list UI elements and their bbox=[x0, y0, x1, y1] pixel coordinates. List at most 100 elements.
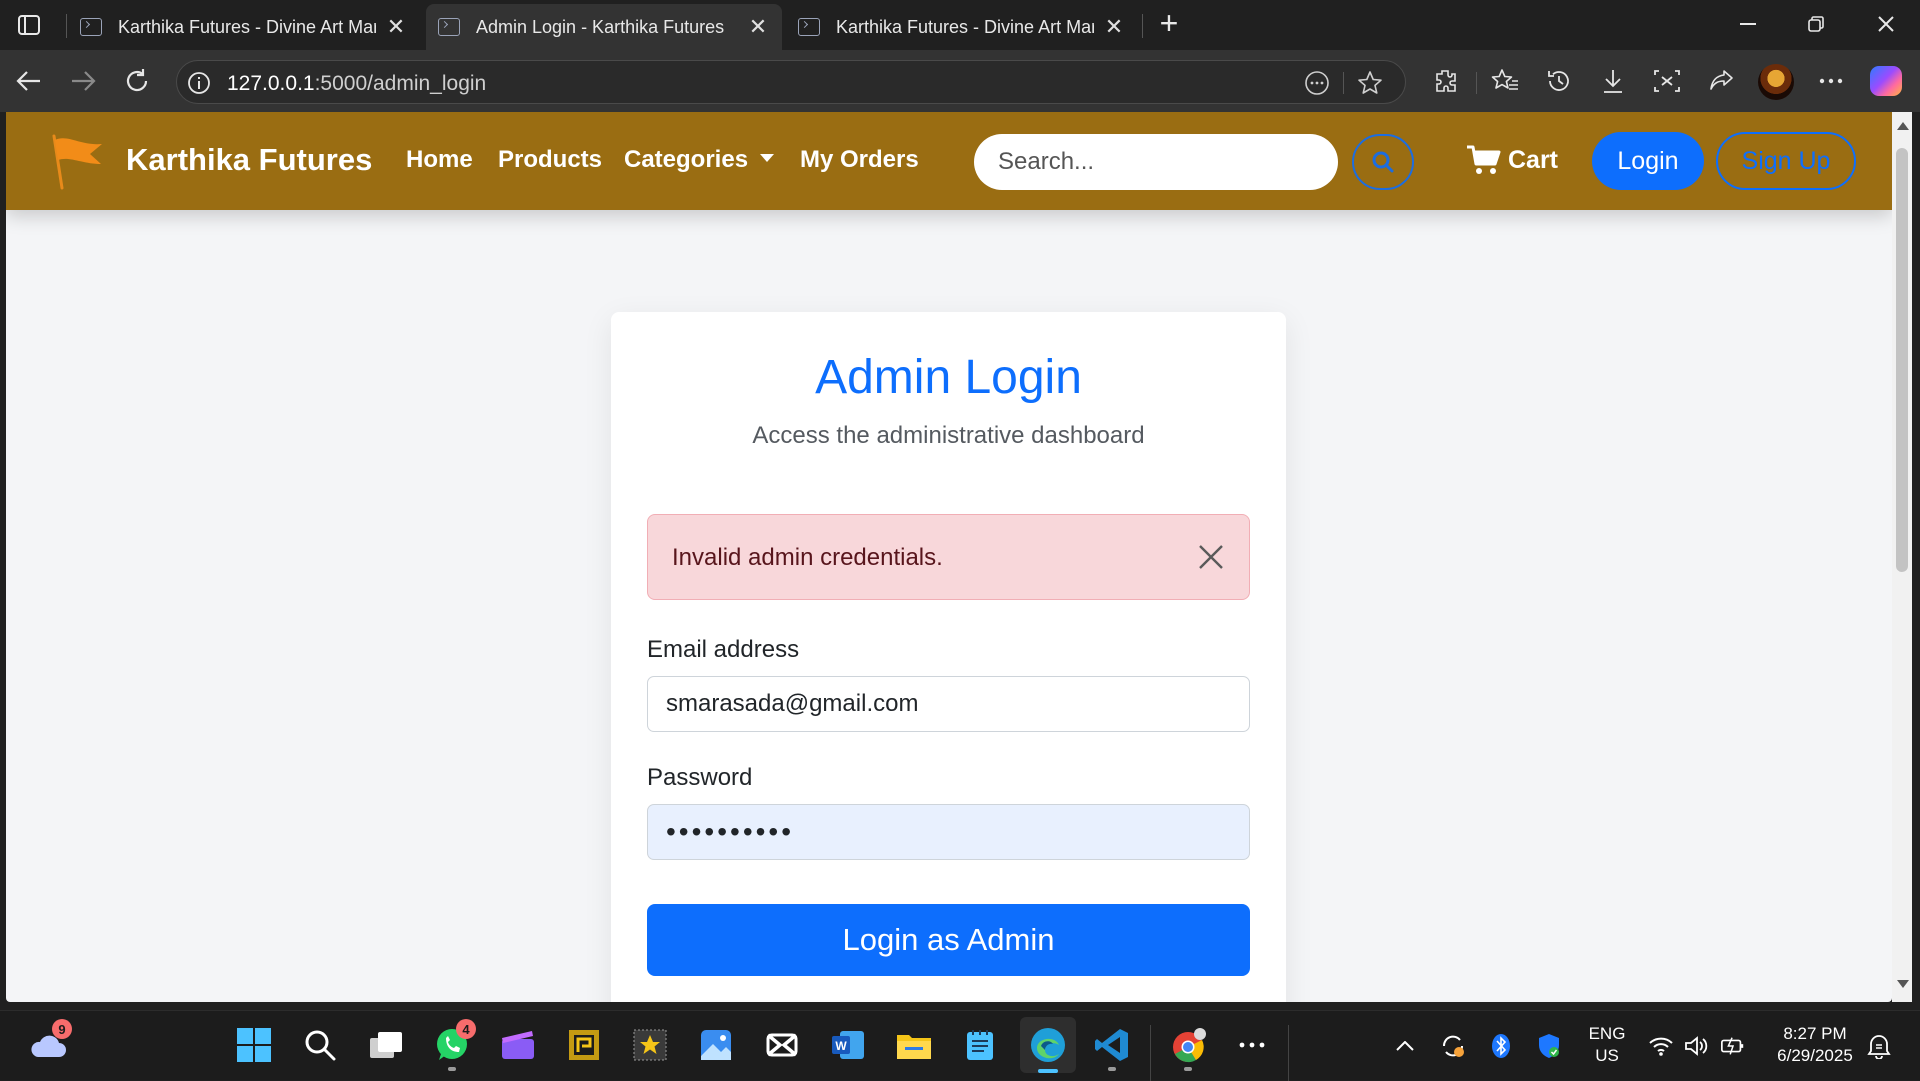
address-bar[interactable]: 127.0.0.1:5000/admin_login bbox=[176, 60, 1406, 104]
language-indicator[interactable]: ENG US bbox=[1580, 1023, 1634, 1067]
capcut-app[interactable] bbox=[760, 1023, 804, 1067]
notifications-icon[interactable] bbox=[1866, 1033, 1892, 1059]
tab-karthika-futures-1[interactable]: Karthika Futures - Divine Art Market ✕ bbox=[68, 4, 420, 50]
movie-maker-app[interactable] bbox=[628, 1023, 672, 1067]
profile-avatar[interactable] bbox=[1758, 64, 1794, 100]
copilot-icon[interactable] bbox=[1870, 66, 1902, 96]
wifi-icon[interactable] bbox=[1648, 1033, 1674, 1059]
more-options-icon[interactable] bbox=[1814, 64, 1848, 98]
bluetooth-icon[interactable] bbox=[1488, 1033, 1514, 1059]
battery-icon[interactable] bbox=[1720, 1033, 1746, 1059]
nav-my-orders[interactable]: My Orders bbox=[800, 146, 919, 174]
search-input[interactable] bbox=[974, 134, 1338, 190]
favorite-star-icon[interactable] bbox=[1355, 69, 1385, 97]
reading-mode-icon[interactable] bbox=[1302, 69, 1332, 97]
vscode-app[interactable] bbox=[1090, 1023, 1134, 1071]
taskbar-separator bbox=[1150, 1025, 1151, 1081]
close-icon[interactable]: ✕ bbox=[1102, 14, 1126, 40]
new-tab-button[interactable]: + bbox=[1156, 7, 1182, 40]
page-icon bbox=[80, 18, 102, 36]
downloads-icon[interactable] bbox=[1596, 64, 1630, 98]
email-field[interactable] bbox=[647, 676, 1250, 732]
search-button[interactable] bbox=[1352, 134, 1414, 190]
scroll-up-icon[interactable] bbox=[1897, 122, 1909, 130]
close-icon[interactable]: ✕ bbox=[746, 14, 770, 40]
tab-admin-login[interactable]: Admin Login - Karthika Futures ✕ bbox=[426, 4, 782, 50]
history-icon[interactable] bbox=[1542, 64, 1576, 98]
start-button[interactable] bbox=[232, 1023, 276, 1067]
running-indicator bbox=[1108, 1067, 1116, 1071]
task-view-button[interactable] bbox=[364, 1023, 408, 1067]
photos-icon bbox=[701, 1030, 731, 1060]
clock-time: 8:27 PM bbox=[1783, 1024, 1847, 1043]
close-window-button[interactable] bbox=[1858, 6, 1914, 42]
admin-login-card: Admin Login Access the administrative da… bbox=[611, 312, 1286, 1002]
reload-button[interactable] bbox=[118, 62, 156, 100]
chrome-app[interactable] bbox=[1166, 1023, 1210, 1071]
security-shield-icon[interactable] bbox=[1536, 1033, 1562, 1059]
restore-button[interactable] bbox=[1788, 6, 1844, 42]
word-app[interactable]: W bbox=[826, 1023, 870, 1067]
site-navbar: Karthika Futures Home Products Categorie… bbox=[6, 112, 1892, 210]
chevron-up-icon[interactable] bbox=[1392, 1033, 1418, 1059]
close-icon[interactable]: ✕ bbox=[384, 14, 408, 40]
signup-button[interactable]: Sign Up bbox=[1716, 132, 1856, 190]
page-title: Admin Login bbox=[815, 351, 1082, 404]
edge-app[interactable] bbox=[1020, 1017, 1076, 1073]
site-info-icon[interactable] bbox=[187, 71, 211, 95]
notepad-app[interactable] bbox=[958, 1023, 1002, 1067]
weather-widget[interactable]: 9 bbox=[26, 1019, 72, 1067]
photos-app[interactable] bbox=[694, 1023, 738, 1067]
search-taskbar-button[interactable] bbox=[298, 1023, 342, 1067]
task-view-icon bbox=[370, 1032, 402, 1058]
sync-icon[interactable] bbox=[1440, 1033, 1466, 1059]
extensions-icon[interactable] bbox=[1428, 64, 1462, 98]
flag-logo-icon[interactable] bbox=[46, 130, 106, 192]
tab-separator bbox=[1142, 14, 1143, 38]
password-field[interactable] bbox=[647, 804, 1250, 860]
windows-start-icon bbox=[237, 1028, 271, 1062]
nav-categories[interactable]: Categories bbox=[624, 146, 775, 174]
share-icon[interactable] bbox=[1704, 64, 1738, 98]
running-indicator bbox=[448, 1067, 456, 1071]
svg-text:W: W bbox=[835, 1039, 847, 1053]
login-as-admin-button[interactable]: Login as Admin bbox=[647, 904, 1250, 976]
cart-link[interactable]: Cart bbox=[1466, 144, 1558, 176]
page-scrollbar[interactable] bbox=[1892, 112, 1912, 1002]
alert-message: Invalid admin credentials. bbox=[672, 544, 943, 571]
toolbar-separator bbox=[1476, 72, 1477, 94]
close-icon[interactable] bbox=[1193, 539, 1229, 575]
more-apps-button[interactable] bbox=[1230, 1023, 1274, 1067]
cart-icon bbox=[1467, 145, 1501, 174]
brand-name[interactable]: Karthika Futures bbox=[126, 142, 372, 178]
tab-title: Karthika Futures - Divine Art Market bbox=[118, 16, 376, 37]
tab-separator bbox=[66, 14, 67, 38]
tab-actions-icon[interactable] bbox=[14, 12, 44, 38]
login-button[interactable]: Login bbox=[1592, 132, 1704, 190]
minimize-button[interactable] bbox=[1720, 6, 1776, 42]
clock[interactable]: 8:27 PM 6/29/2025 bbox=[1766, 1023, 1864, 1067]
whatsapp-app[interactable]: 4 bbox=[430, 1019, 476, 1071]
url-text: 127.0.0.1:5000/admin_login bbox=[227, 72, 486, 96]
clipchamp-app[interactable] bbox=[496, 1023, 540, 1067]
volume-icon[interactable] bbox=[1684, 1033, 1710, 1059]
file-explorer-app[interactable] bbox=[892, 1023, 936, 1067]
cart-label: Cart bbox=[1508, 145, 1559, 174]
scroll-down-icon[interactable] bbox=[1897, 980, 1909, 988]
scrollbar-thumb[interactable] bbox=[1896, 148, 1908, 572]
whatsapp-badge: 4 bbox=[456, 1019, 476, 1039]
screenshot-icon[interactable] bbox=[1650, 64, 1684, 98]
nav-products[interactable]: Products bbox=[498, 146, 602, 174]
favorites-icon[interactable] bbox=[1488, 64, 1522, 98]
error-alert: Invalid admin credentials. bbox=[647, 514, 1250, 600]
forward-button[interactable] bbox=[64, 62, 102, 100]
browser-toolbar: 127.0.0.1:5000/admin_login bbox=[0, 50, 1920, 112]
nav-home[interactable]: Home bbox=[406, 146, 473, 174]
file-app[interactable] bbox=[562, 1023, 606, 1067]
tab-karthika-futures-2[interactable]: Karthika Futures - Divine Art Market ✕ bbox=[786, 4, 1138, 50]
notepad-icon bbox=[967, 1030, 993, 1060]
clock-date: 6/29/2025 bbox=[1777, 1046, 1853, 1065]
url-path: :5000/admin_login bbox=[314, 72, 487, 95]
active-indicator bbox=[1038, 1069, 1058, 1073]
back-button[interactable] bbox=[10, 62, 48, 100]
